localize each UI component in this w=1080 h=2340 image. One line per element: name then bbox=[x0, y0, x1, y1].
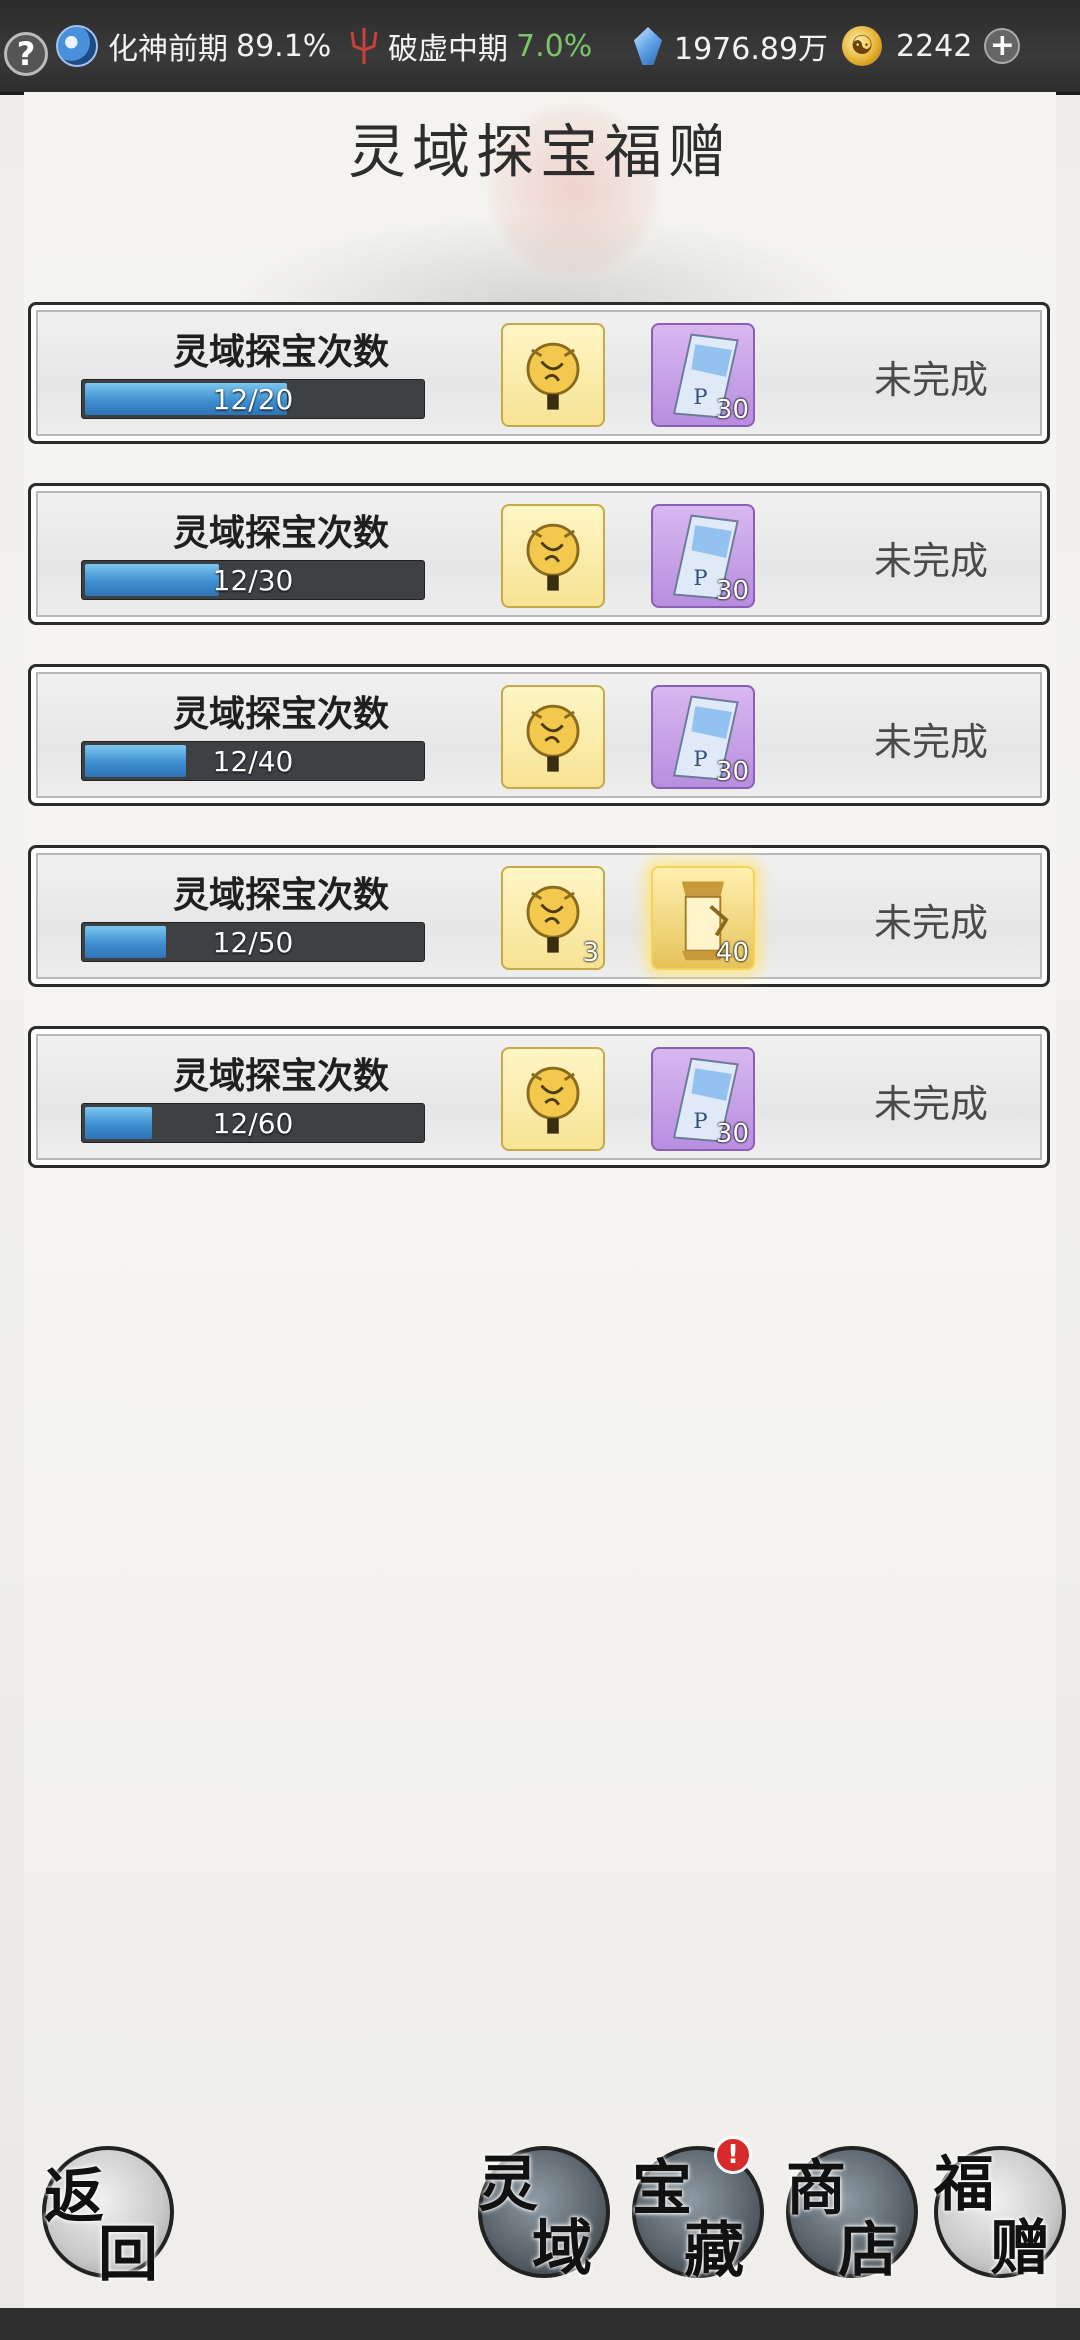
reward-count: 30 bbox=[715, 576, 749, 606]
progress-bar: 12/40 bbox=[81, 741, 425, 781]
coin-value: 2242 bbox=[896, 28, 973, 64]
task-status: 未完成 bbox=[873, 1082, 988, 1126]
progress-text: 12/30 bbox=[212, 563, 294, 597]
plus-icon[interactable]: + bbox=[984, 28, 1021, 64]
gem-icon bbox=[634, 27, 662, 65]
svg-text:P: P bbox=[693, 565, 707, 590]
help-icon[interactable]: ? bbox=[4, 32, 48, 76]
lantern-icon[interactable] bbox=[501, 685, 605, 789]
task-status: 未完成 bbox=[873, 901, 988, 945]
reward-count: 30 bbox=[715, 395, 749, 425]
progress-text: 12/60 bbox=[212, 1106, 294, 1140]
reward-count: 40 bbox=[715, 938, 749, 968]
break-progress: 7.0% bbox=[516, 28, 593, 64]
break-status[interactable]: 破虚中期 7.0% bbox=[346, 0, 592, 92]
scroll-icon[interactable]: P 30 bbox=[651, 504, 755, 608]
back-label-2: 回 bbox=[98, 2220, 158, 2290]
progress-bar: 12/50 bbox=[81, 922, 425, 962]
notification-badge: ! bbox=[714, 2136, 752, 2174]
taichi-icon bbox=[56, 25, 98, 67]
trident-icon bbox=[350, 28, 378, 64]
title-mountain-decoration bbox=[224, 212, 864, 312]
break-name: 破虚中期 bbox=[388, 32, 508, 67]
svg-text:P: P bbox=[693, 384, 707, 409]
realm-status[interactable]: 化神前期 89.1% bbox=[56, 0, 331, 92]
nav-shop-label-1: 商 bbox=[786, 2154, 846, 2224]
nav-gift-label-2: 赠 bbox=[990, 2214, 1050, 2284]
progress-text: 12/40 bbox=[212, 744, 294, 778]
lantern-icon[interactable] bbox=[501, 1047, 605, 1151]
svg-text:P: P bbox=[693, 746, 707, 771]
nav-treasure-label-2: 藏 bbox=[684, 2216, 744, 2286]
scroll-icon[interactable]: P 30 bbox=[651, 1047, 755, 1151]
svg-text:P: P bbox=[693, 1108, 707, 1133]
realm-progress: 89.1% bbox=[236, 28, 332, 64]
task-row: 灵域探宝次数 12/20 P 30 未完成 bbox=[28, 302, 1050, 444]
scroll-icon[interactable]: P 30 bbox=[651, 685, 755, 789]
lantern-icon[interactable] bbox=[501, 504, 605, 608]
task-label: 灵域探宝次数 bbox=[172, 1056, 389, 1097]
top-status-bar: ? 化神前期 89.1% 破虚中期 7.0% 1976.89万 ☯ 2242 + bbox=[0, 0, 1080, 95]
page-title: 灵域探宝福赠 bbox=[347, 118, 732, 186]
coin-icon: ☯ bbox=[842, 26, 882, 66]
task-label: 灵域探宝次数 bbox=[172, 513, 389, 554]
scroll-icon[interactable]: P 30 bbox=[651, 323, 755, 427]
nav-gift-label-1: 福 bbox=[934, 2150, 994, 2220]
spirit-stone-value: 1976.89万 bbox=[674, 32, 829, 67]
task-label: 灵域探宝次数 bbox=[172, 694, 389, 735]
golden-scroll-icon[interactable]: 40 bbox=[651, 866, 755, 970]
lantern-icon[interactable] bbox=[501, 323, 605, 427]
task-row: 灵域探宝次数 12/40 P 30 未完成 bbox=[28, 664, 1050, 806]
reward-count: 30 bbox=[715, 1119, 749, 1149]
task-row: 灵域探宝次数 12/50 3 40 未完成 bbox=[28, 845, 1050, 987]
task-row: 灵域探宝次数 12/30 P 30 未完成 bbox=[28, 483, 1050, 625]
reward-count: 3 bbox=[582, 938, 599, 968]
task-label: 灵域探宝次数 bbox=[172, 875, 389, 916]
coin-count[interactable]: ☯ 2242 + bbox=[842, 0, 1021, 92]
nav-treasure-label-1: 宝 bbox=[632, 2154, 692, 2224]
lantern-icon[interactable]: 3 bbox=[501, 866, 605, 970]
task-status: 未完成 bbox=[873, 539, 988, 583]
nav-realm-label-2: 域 bbox=[532, 2214, 592, 2284]
nav-realm-label-1: 灵 bbox=[478, 2150, 538, 2220]
realm-name: 化神前期 bbox=[108, 32, 228, 67]
nav-shop-label-2: 店 bbox=[838, 2216, 898, 2286]
task-label: 灵域探宝次数 bbox=[172, 332, 389, 373]
progress-bar: 12/60 bbox=[81, 1103, 425, 1143]
task-status: 未完成 bbox=[873, 358, 988, 402]
progress-bar: 12/30 bbox=[81, 560, 425, 600]
back-label-1: 返 bbox=[44, 2162, 104, 2232]
progress-bar: 12/20 bbox=[81, 379, 425, 419]
progress-text: 12/20 bbox=[212, 382, 294, 416]
task-status: 未完成 bbox=[873, 720, 988, 764]
task-row: 灵域探宝次数 12/60 P 30 未完成 bbox=[28, 1026, 1050, 1168]
reward-count: 30 bbox=[715, 757, 749, 787]
bottom-edge bbox=[0, 2308, 1080, 2340]
progress-text: 12/50 bbox=[212, 925, 294, 959]
spirit-stone-count[interactable]: 1976.89万 bbox=[634, 0, 828, 92]
